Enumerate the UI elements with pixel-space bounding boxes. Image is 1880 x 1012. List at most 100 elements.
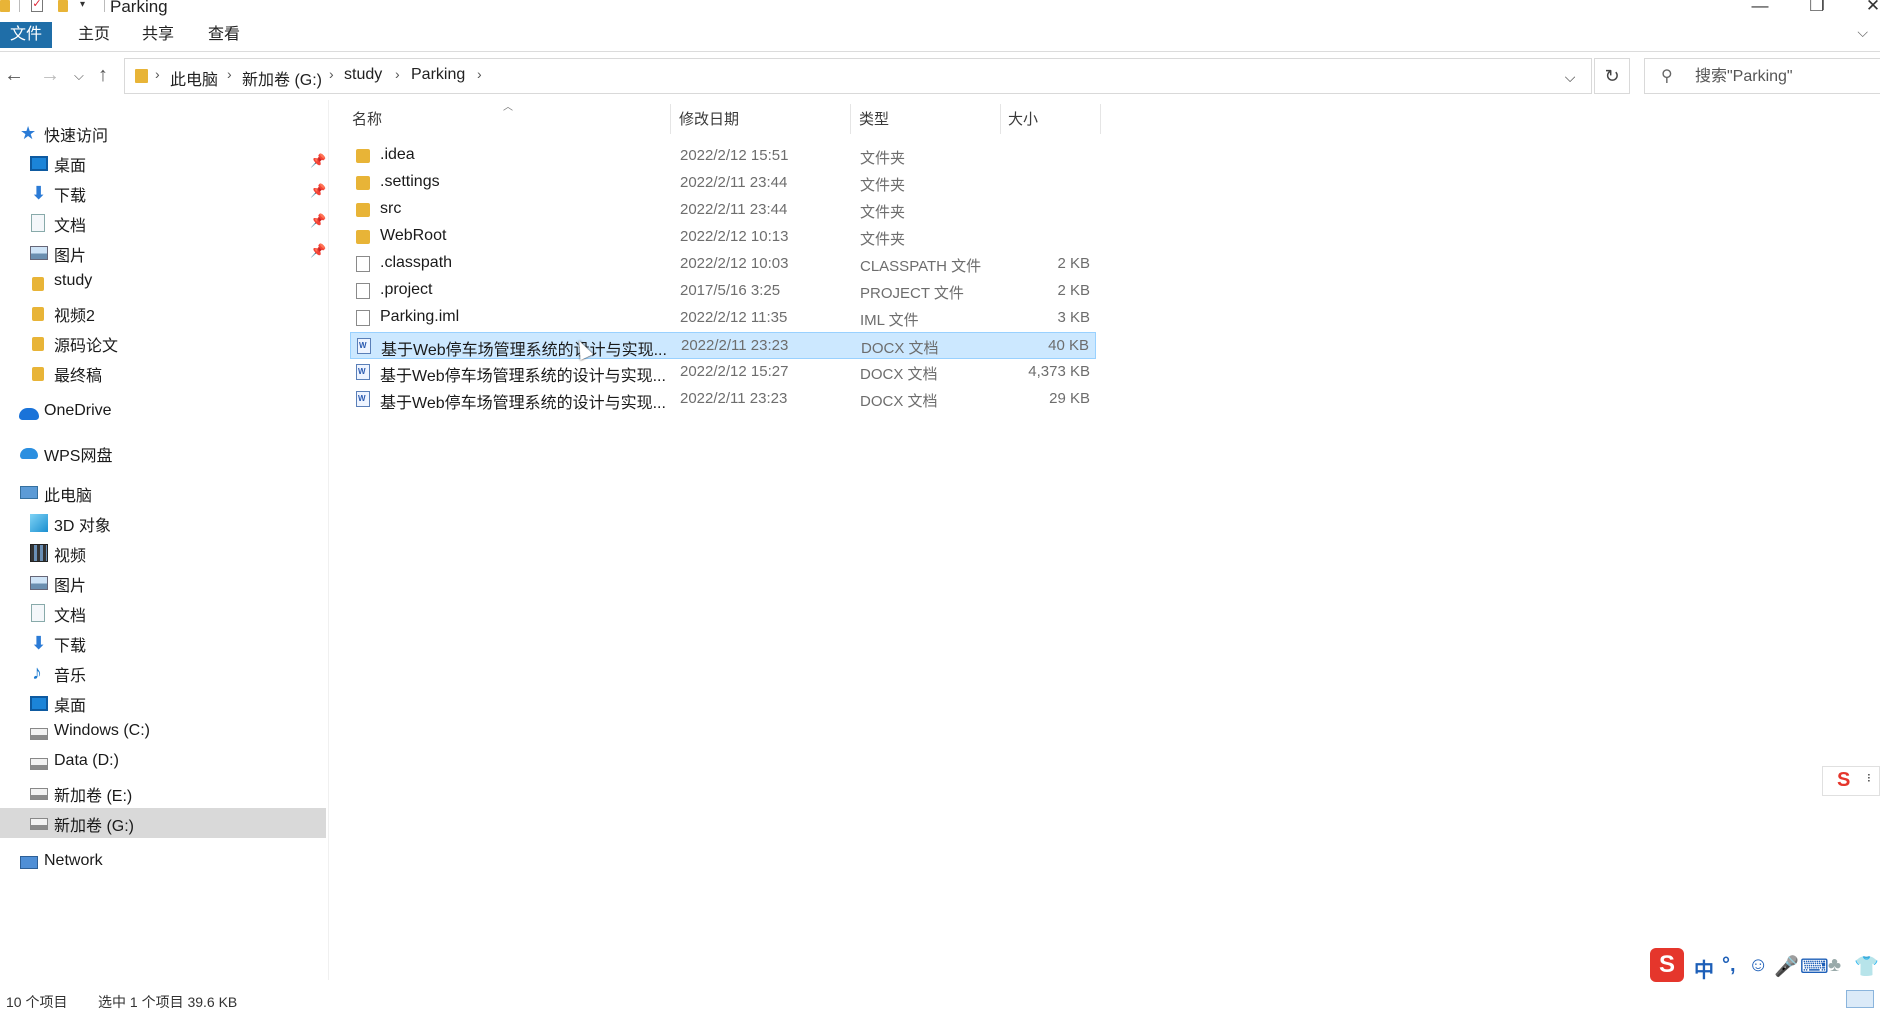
skin-shirt-icon[interactable]: 👕 xyxy=(1854,954,1879,979)
sidebar-item-label: 音乐 xyxy=(54,668,87,685)
up-arrow-icon[interactable]: ↑ xyxy=(98,64,108,87)
file-row[interactable]: .classpath 2022/2/12 10:03 CLASSPATH 文件 … xyxy=(350,251,1096,278)
sidebar-item-network[interactable]: Network xyxy=(0,848,326,878)
customize-toolbar-arrow-icon[interactable]: ▾ xyxy=(80,0,85,10)
new-folder-icon[interactable] xyxy=(58,0,68,12)
sidebar-item-label: 新加卷 (E:) xyxy=(54,788,133,805)
pin-icon[interactable]: 📌 xyxy=(310,153,326,169)
breadcrumb-separator-icon[interactable]: › xyxy=(329,66,334,82)
pin-icon[interactable]: 📌 xyxy=(310,183,326,199)
sidebar-item-final-draft[interactable]: 最终稿 xyxy=(0,358,326,388)
sidebar-item-videos[interactable]: 视频 xyxy=(0,538,326,568)
sidebar-item-onedrive[interactable]: OneDrive xyxy=(0,398,326,428)
pane-divider[interactable] xyxy=(328,100,329,980)
expand-ribbon-chevron-icon[interactable]: ⌵ xyxy=(1857,24,1868,41)
file-name: Parking.iml xyxy=(380,308,460,325)
column-separator[interactable] xyxy=(1000,104,1001,134)
breadcrumb-drive-g[interactable]: 新加卷 (G:) xyxy=(242,66,322,90)
breadcrumb-parking[interactable]: Parking xyxy=(411,66,465,84)
breadcrumb-separator-icon[interactable]: › xyxy=(395,66,400,82)
pin-icon[interactable]: 📌 xyxy=(310,213,326,229)
file-icon xyxy=(356,256,370,272)
recent-locations-chevron-icon[interactable]: ⌵ xyxy=(74,68,84,84)
sidebar-item-3d-objects[interactable]: 3D 对象 xyxy=(0,508,326,538)
sidebar-item-this-pc[interactable]: 此电脑 xyxy=(0,478,326,508)
sidebar-item-video2[interactable]: 视频2 xyxy=(0,298,326,328)
file-row[interactable]: WebRoot 2022/2/12 10:13 文件夹 xyxy=(350,224,1096,251)
file-row[interactable]: 基于Web停车场管理系统的设计与实现... 2022/2/12 15:27 DO… xyxy=(350,359,1096,386)
forward-arrow-icon[interactable]: → xyxy=(40,64,60,87)
chinese-mode-icon[interactable]: 中 xyxy=(1694,954,1714,983)
file-name: src xyxy=(380,200,402,217)
breadcrumb-study[interactable]: study xyxy=(344,66,382,84)
column-header-type[interactable]: 类型 xyxy=(859,108,889,132)
file-row[interactable]: .settings 2022/2/11 23:44 文件夹 xyxy=(350,170,1096,197)
file-row-selected[interactable]: 基于Web停车场管理系统的设计与实现... 2022/2/11 23:23 DO… xyxy=(350,332,1096,359)
sogou-logo-icon[interactable]: S xyxy=(1650,948,1684,982)
sidebar-item-source-thesis[interactable]: 源码论文 xyxy=(0,328,326,358)
file-name: .classpath xyxy=(380,254,453,271)
refresh-icon[interactable]: ↻ xyxy=(1594,58,1630,94)
file-row[interactable]: Parking.iml 2022/2/12 11:35 IML 文件 3 KB xyxy=(350,305,1096,332)
details-view-icon[interactable] xyxy=(1846,990,1874,1008)
sidebar-item-study[interactable]: study xyxy=(0,268,326,298)
more-dots-icon[interactable]: ⁝ xyxy=(1867,771,1871,785)
sidebar-item-drive-g[interactable]: 新加卷 (G:) xyxy=(0,808,326,838)
punctuation-mode-icon[interactable]: °, xyxy=(1722,954,1736,977)
sidebar-item-downloads-pc[interactable]: ⬇ 下载 xyxy=(0,628,326,658)
tab-file[interactable]: 文件 xyxy=(0,22,53,48)
sidebar-item-pictures-pc[interactable]: 图片 xyxy=(0,568,326,598)
sidebar-item-downloads[interactable]: ⬇ 下载 📌 xyxy=(0,178,326,208)
file-row[interactable]: .idea 2022/2/12 15:51 文件夹 xyxy=(350,143,1096,170)
tab-view[interactable]: 查看 xyxy=(206,22,242,48)
microphone-icon[interactable]: 🎤 xyxy=(1774,954,1799,979)
column-separator[interactable] xyxy=(670,104,671,134)
sidebar-item-label: Network xyxy=(44,852,103,869)
file-row[interactable]: 基于Web停车场管理系统的设计与实现... 2022/2/11 23:23 DO… xyxy=(350,386,1096,413)
close-icon[interactable]: ✕ xyxy=(1858,0,1880,16)
sidebar-item-drive-e[interactable]: 新加卷 (E:) xyxy=(0,778,326,808)
folder-icon xyxy=(32,307,44,321)
file-size: 40 KB xyxy=(1048,337,1089,354)
properties-check-icon[interactable]: ✓ xyxy=(31,0,43,12)
quick-access-folder-icon[interactable] xyxy=(0,0,10,12)
column-header-size[interactable]: 大小 xyxy=(1008,108,1038,132)
breadcrumb-separator-icon[interactable]: › xyxy=(155,66,160,82)
sidebar-item-drive-c[interactable]: Windows (C:) xyxy=(0,718,326,748)
tab-home[interactable]: 主页 xyxy=(76,22,112,48)
tab-share[interactable]: 共享 xyxy=(140,22,176,48)
address-dropdown-chevron-icon[interactable]: ⌵ xyxy=(1553,64,1587,90)
keyboard-icon[interactable]: ⌨ xyxy=(1800,954,1829,979)
back-arrow-icon[interactable]: ← xyxy=(4,64,24,87)
pin-icon[interactable]: 📌 xyxy=(310,243,326,259)
breadcrumb-separator-icon[interactable]: › xyxy=(477,66,482,82)
address-bar[interactable]: › 此电脑 › 新加卷 (G:) › study › Parking › ⌵ xyxy=(124,58,1592,94)
search-box[interactable]: ⚲ xyxy=(1644,58,1880,94)
sidebar-item-documents-pc[interactable]: 文档 xyxy=(0,598,326,628)
breadcrumb-separator-icon[interactable]: › xyxy=(227,66,232,82)
restore-icon[interactable]: ❐ xyxy=(1802,0,1832,16)
column-header-name[interactable]: 名称 xyxy=(352,108,382,132)
sidebar-item-documents[interactable]: 文档 📌 xyxy=(0,208,326,238)
file-type: IML 文件 xyxy=(860,312,919,329)
emoji-icon[interactable]: ☺ xyxy=(1748,954,1768,977)
breadcrumb-this-pc[interactable]: 此电脑 xyxy=(170,66,218,90)
minimize-icon[interactable]: — xyxy=(1745,0,1775,16)
document-icon xyxy=(31,214,45,232)
file-row[interactable]: .project 2017/5/16 3:25 PROJECT 文件 2 KB xyxy=(350,278,1096,305)
sidebar-item-wps-drive[interactable]: WPS网盘 xyxy=(0,438,326,468)
sidebar-item-pictures[interactable]: 图片 📌 xyxy=(0,238,326,268)
sidebar-item-music[interactable]: ♪ 音乐 xyxy=(0,658,326,688)
ime-floating-widget[interactable]: S ⁝ xyxy=(1822,766,1880,796)
column-separator[interactable] xyxy=(1100,104,1101,134)
sidebar-item-quick-access[interactable]: ★ 快速访问 xyxy=(0,118,326,148)
sidebar-item-desktop-pc[interactable]: 桌面 xyxy=(0,688,326,718)
column-separator[interactable] xyxy=(850,104,851,134)
sidebar-item-drive-d[interactable]: Data (D:) xyxy=(0,748,326,778)
search-input[interactable] xyxy=(1693,65,1877,89)
user-icon[interactable]: ♣ xyxy=(1828,954,1841,977)
sidebar-item-desktop[interactable]: 桌面 📌 xyxy=(0,148,326,178)
file-icon xyxy=(356,283,370,299)
file-row[interactable]: src 2022/2/11 23:44 文件夹 xyxy=(350,197,1096,224)
column-header-date[interactable]: 修改日期 xyxy=(679,108,739,132)
